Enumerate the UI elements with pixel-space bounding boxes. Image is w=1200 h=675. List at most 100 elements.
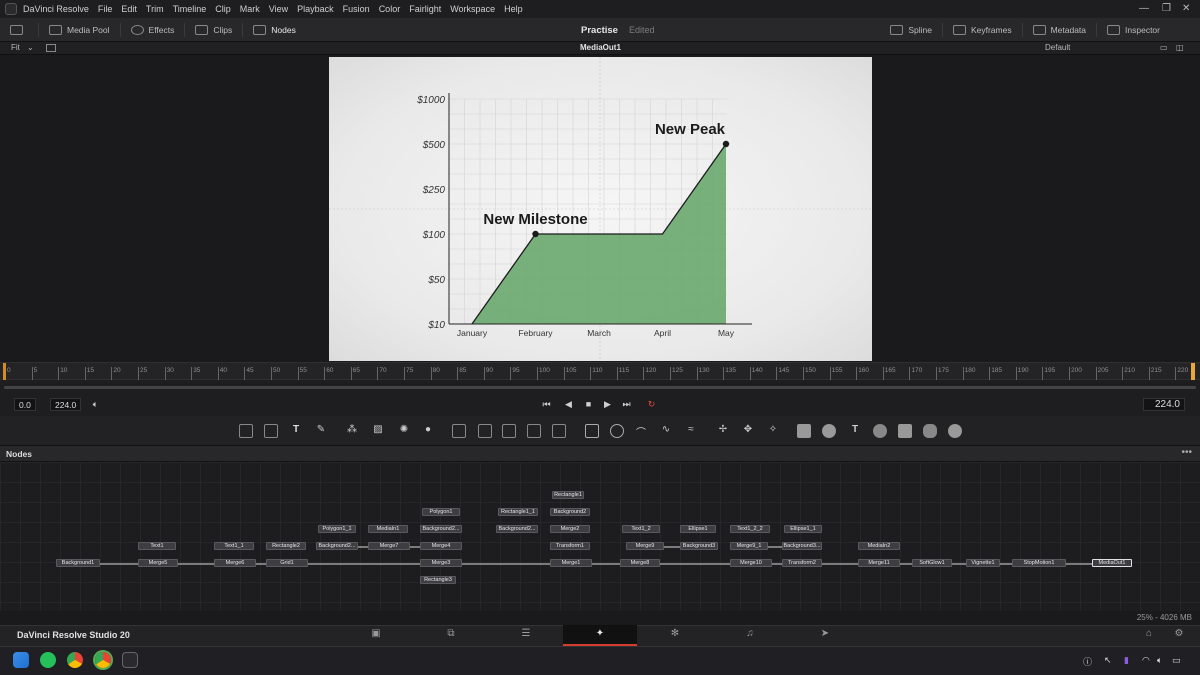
camera3d-tool-icon[interactable] [873, 424, 887, 438]
render-start-field[interactable]: 0.0 [14, 398, 36, 411]
shape3d-tool-icon[interactable] [797, 424, 811, 438]
planar-tracker-icon[interactable]: ✥ [741, 424, 755, 438]
bspline-mask-icon[interactable]: ∿ [659, 424, 673, 438]
zoom-fit-dropdown[interactable]: Fit [11, 43, 20, 52]
node-merge11[interactable]: Merge11 [858, 559, 900, 567]
windows-start-icon[interactable] [13, 652, 29, 668]
text3d-tool-icon[interactable]: T [848, 424, 862, 438]
node-background1[interactable]: Background1 [56, 559, 100, 567]
close-icon[interactable]: ✕ [1182, 3, 1190, 14]
playhead-marker[interactable] [1191, 363, 1195, 380]
tracker-tool-icon[interactable]: ✢ [716, 424, 730, 438]
node-text1-2-2[interactable]: Text1_2_2 [730, 525, 770, 533]
more-options-icon[interactable]: ••• [1181, 447, 1192, 458]
inspector-button[interactable]: Inspector [1107, 24, 1160, 35]
menu-help[interactable]: Help [504, 4, 523, 14]
play-forward-button[interactable]: ▶ [601, 398, 614, 410]
glow-tool-icon[interactable]: ✺ [397, 424, 411, 438]
menu-fusion[interactable]: Fusion [343, 4, 370, 14]
color-space-tool-icon[interactable] [502, 424, 516, 438]
time-ruler[interactable]: 0 5 10 15 20 25 30 35 40 45 50 55 60 65 70 75 80 85 90 95 10… [0, 362, 1200, 380]
rectangle-mask-icon[interactable] [585, 424, 599, 438]
volume-icon[interactable]: 🔈︎ [1157, 655, 1162, 666]
node-ellipse1[interactable]: Ellipse1 [680, 525, 716, 533]
media-page-icon[interactable]: ▣ [369, 628, 383, 641]
menu-color[interactable]: Color [379, 4, 401, 14]
image-tool-icon[interactable] [264, 424, 278, 438]
current-frame-field[interactable]: 224.0 [1143, 398, 1185, 411]
go-to-start-button[interactable]: ⏮︎ [540, 398, 553, 410]
whatsapp-icon[interactable] [40, 652, 56, 668]
merge3d-tool-icon[interactable] [822, 424, 836, 438]
media-pool-button[interactable]: Media Pool [49, 24, 110, 35]
renderer3d-tool-icon[interactable] [898, 424, 912, 438]
ellipse-mask-icon[interactable] [610, 424, 624, 438]
node-mediain1[interactable]: MediaIn1 [368, 525, 408, 533]
chrome-icon[interactable] [67, 652, 83, 668]
fairlight-page-icon[interactable]: ♫ [743, 628, 757, 641]
node-polygon1-1[interactable]: Polygon1_1 [318, 525, 356, 533]
layout-preset-dropdown[interactable]: Default [1045, 43, 1070, 52]
deliver-page-icon[interactable]: ➤ [818, 628, 832, 641]
metadata-button[interactable]: Metadata [1032, 24, 1086, 35]
node-background2-b[interactable]: Background2... [420, 525, 462, 533]
camera-tracker-icon[interactable]: ✧ [766, 424, 780, 438]
node-grid1[interactable]: Grid1 [266, 559, 308, 567]
menu-timeline[interactable]: Timeline [173, 4, 207, 14]
node-mediain2[interactable]: MediaIn2 [858, 542, 900, 550]
node-rectangle2[interactable]: Rectangle2 [266, 542, 306, 550]
background-tool-icon[interactable] [239, 424, 253, 438]
merge-tool-icon[interactable] [527, 424, 541, 438]
node-rectangle1[interactable]: Rectangle1 [552, 491, 584, 499]
timeline-scrollbar[interactable] [4, 386, 1196, 389]
menu-playback[interactable]: Playback [297, 4, 334, 14]
chevron-down-icon[interactable]: ⌄ [27, 43, 34, 52]
fusion-page-icon[interactable]: ✦ [593, 628, 607, 641]
node-merge3[interactable]: Merge3 [420, 559, 462, 567]
node-editor[interactable]: Background1 Text1 Merge5 Text1_1 Merge6 … [0, 462, 1200, 611]
node-merge10[interactable]: Merge10 [730, 559, 772, 567]
viewer-canvas[interactable]: $10 $50 $100 $250 $500 $1000 January February Ma… [329, 57, 872, 361]
node-ellipse1-1[interactable]: Ellipse1_1 [784, 525, 822, 533]
fast-noise-tool-icon[interactable]: ▨ [371, 424, 385, 438]
node-merge9[interactable]: Merge9 [626, 542, 664, 550]
chrome-profile-icon[interactable] [95, 652, 111, 668]
node-background2-c[interactable]: Background2... [496, 525, 538, 533]
stop-button[interactable]: ■ [582, 398, 595, 410]
effects-button[interactable]: Effects [130, 24, 174, 35]
edit-page-icon[interactable]: ☰ [519, 628, 533, 641]
single-viewer-icon[interactable]: ▭ [1160, 43, 1168, 52]
node-vignette1[interactable]: Vignette1 [966, 559, 1000, 567]
menu-view[interactable]: View [269, 4, 288, 14]
blur-tool-icon[interactable]: ● [421, 424, 435, 438]
home-icon[interactable]: ⌂ [1142, 628, 1156, 641]
node-text1[interactable]: Text1 [138, 542, 176, 550]
render-start-marker[interactable] [3, 363, 6, 380]
node-text1-2[interactable]: Text1_2 [622, 525, 660, 533]
node-stopmotion1[interactable]: StopMotion1 [1012, 559, 1066, 567]
notification-info-icon[interactable]: ⓘ [1083, 655, 1092, 668]
davinci-resolve-taskbar-icon[interactable] [122, 652, 138, 668]
curves-tool-icon[interactable] [478, 424, 492, 438]
keyframes-button[interactable]: Keyframes [952, 24, 1012, 35]
paint-tool-icon[interactable]: ✎ [314, 424, 328, 438]
node-background2-a[interactable]: Background2... [316, 542, 358, 550]
node-text1-1[interactable]: Text1_1 [214, 542, 254, 550]
node-merge5[interactable]: Merge5 [138, 559, 178, 567]
menu-trim[interactable]: Trim [146, 4, 164, 14]
node-transform1[interactable]: Transform1 [550, 542, 590, 550]
play-reverse-button[interactable]: ◀ [562, 398, 575, 410]
node-merge4[interactable]: Merge4 [420, 542, 462, 550]
menu-app[interactable]: DaVinci Resolve [23, 4, 89, 14]
node-rectangle3[interactable]: Rectangle3 [420, 576, 456, 584]
node-merge8[interactable]: Merge8 [620, 559, 660, 567]
spline-button[interactable]: Spline [890, 24, 932, 35]
node-merge6[interactable]: Merge6 [214, 559, 256, 567]
toolbar-expand-button[interactable] [10, 24, 28, 35]
node-polygon1[interactable]: Polygon1 [422, 508, 460, 516]
menu-edit[interactable]: Edit [121, 4, 137, 14]
view-options-icon[interactable] [46, 44, 56, 52]
node-background3-b[interactable]: Background3... [782, 542, 822, 550]
nodes-button[interactable]: Nodes [253, 24, 296, 35]
node-merge2[interactable]: Merge2 [550, 525, 590, 533]
